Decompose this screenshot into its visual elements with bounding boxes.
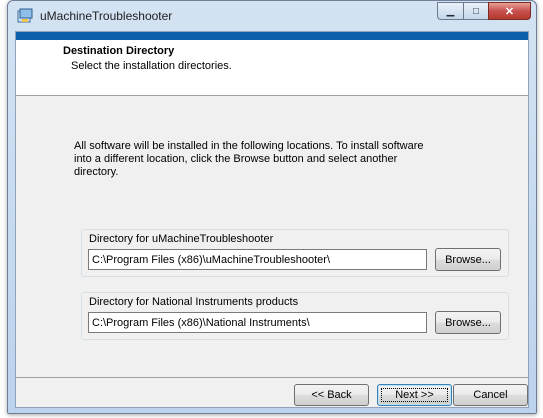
installer-app-icon: [17, 8, 33, 24]
page-title: Destination Directory: [63, 45, 175, 57]
browse-button[interactable]: Browse...: [435, 311, 501, 334]
minimize-button[interactable]: ▁: [437, 2, 463, 20]
dialog-footer: << Back Next >> Cancel: [16, 377, 528, 407]
close-button[interactable]: ✕: [488, 2, 531, 20]
next-button[interactable]: Next >>: [377, 384, 452, 406]
directory-label: Directory for National Instruments produ…: [88, 296, 300, 308]
instructions-text: All software will be installed in the fo…: [74, 140, 424, 178]
directory-path-input[interactable]: [88, 312, 427, 333]
maximize-button[interactable]: □: [463, 2, 488, 20]
title-bar[interactable]: uMachineTroubleshooter ▁ □ ✕: [8, 1, 536, 31]
dialog-client-area: Destination Directory Select the install…: [15, 31, 529, 408]
browse-button[interactable]: Browse...: [435, 248, 501, 271]
directory-path-input[interactable]: [88, 249, 427, 270]
cancel-button[interactable]: Cancel: [453, 384, 528, 406]
page-subtitle: Select the installation directories.: [71, 60, 232, 72]
caption-buttons: ▁ □ ✕: [437, 2, 531, 21]
page-header: Destination Directory Select the install…: [16, 40, 528, 96]
maximize-icon: □: [472, 5, 480, 17]
directory-group-umachine: Directory for uMachineTroubleshooter Bro…: [81, 229, 509, 277]
installer-window: uMachineTroubleshooter ▁ □ ✕ Destination…: [7, 0, 537, 414]
cancel-label: Cancel: [473, 389, 508, 401]
directory-label: Directory for uMachineTroubleshooter: [88, 233, 275, 245]
focus-rectangle: [381, 388, 448, 402]
minimize-icon: ▁: [446, 5, 455, 17]
back-label: << Back: [311, 389, 352, 401]
banner-strip: [16, 32, 528, 40]
window-title: uMachineTroubleshooter: [40, 9, 173, 23]
back-button[interactable]: << Back: [294, 384, 369, 406]
close-icon: ✕: [504, 5, 515, 18]
directory-group-national-instruments: Directory for National Instruments produ…: [81, 292, 509, 340]
footer-divider: [16, 377, 528, 378]
